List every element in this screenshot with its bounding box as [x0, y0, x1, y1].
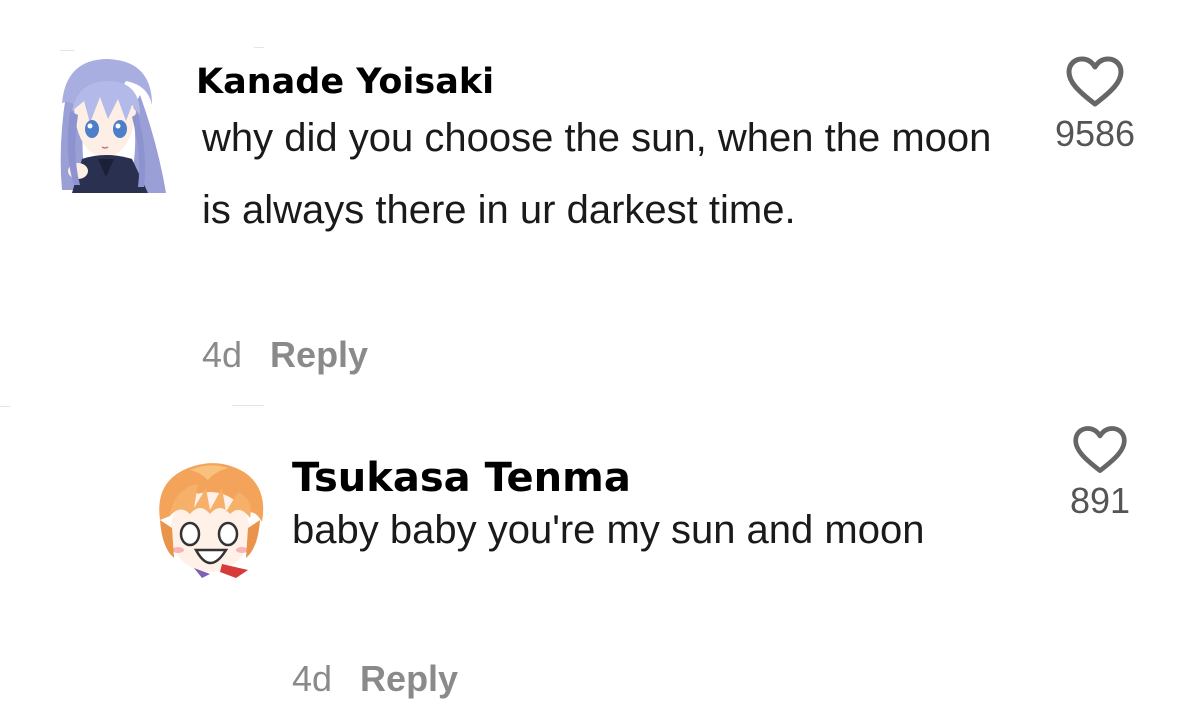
divider — [232, 405, 264, 406]
comment-text: baby baby you're my sun and moon — [292, 508, 925, 552]
timestamp: 4d — [202, 334, 243, 375]
timestamp: 4d — [292, 658, 333, 699]
reply-button[interactable]: Reply — [360, 658, 458, 699]
username[interactable]: Kanade Yoisaki — [196, 62, 494, 102]
heart-outline-icon — [1066, 56, 1124, 107]
divider — [0, 406, 10, 407]
kanade-avatar[interactable] — [48, 55, 168, 195]
heart-outline-icon — [1073, 426, 1127, 473]
like-button[interactable]: 9586 — [1040, 55, 1150, 155]
reply-button[interactable]: Reply — [270, 334, 368, 375]
divider — [60, 50, 74, 51]
comment-kanade: Kanade Yoisaki why did you choose the su… — [0, 0, 1200, 400]
kanade-avatar-icon — [60, 59, 166, 193]
like-count: 891 — [1069, 480, 1131, 521]
like-count: 9586 — [1054, 113, 1136, 154]
divider — [254, 47, 264, 48]
like-button[interactable]: 891 — [1045, 424, 1155, 522]
tsukasa-avatar-icon — [159, 463, 264, 578]
comment-tsukasa: Tsukasa Tenma baby baby you're my sun an… — [0, 400, 1200, 716]
comment-meta: 4d Reply — [292, 658, 458, 700]
tsukasa-avatar[interactable] — [150, 458, 270, 578]
comment-meta: 4d Reply — [202, 334, 368, 376]
comment-text: why did you choose the sun, when the moo… — [202, 116, 992, 232]
